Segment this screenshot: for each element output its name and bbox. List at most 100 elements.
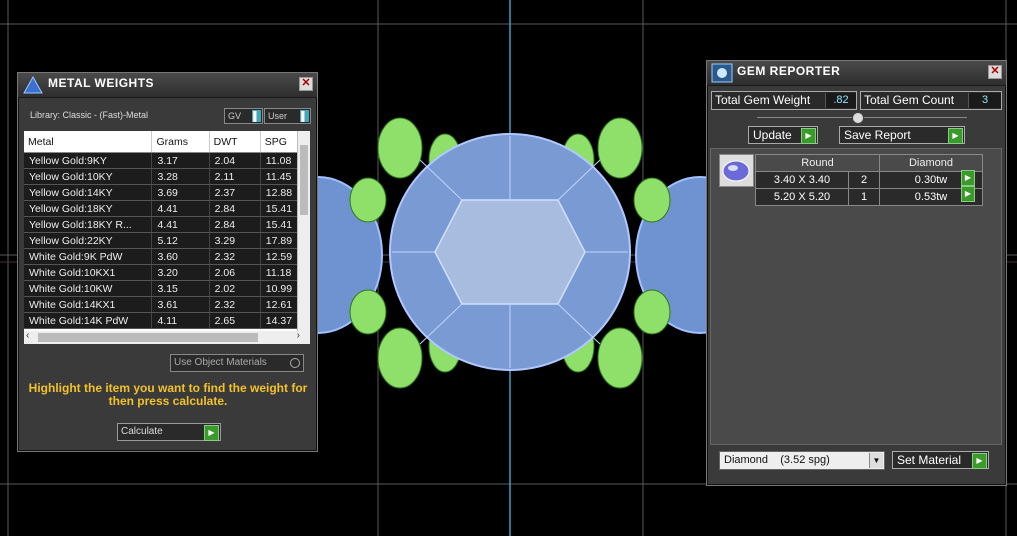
table-cell: 3.60 — [151, 248, 210, 265]
gem-reporter-panel: GEM REPORTER ✕ Total Gem Weight .82 Tota… — [706, 60, 1007, 486]
gem-reporter-title: GEM REPORTER — [737, 64, 841, 78]
table-cell: 2.02 — [209, 280, 261, 297]
user-toggle[interactable]: User ▌ — [264, 108, 311, 124]
metal-table[interactable]: Metal Grams DWT SPG Yellow Gold:9KY 3.17 2… — [24, 131, 310, 331]
scrollbar-thumb[interactable] — [38, 333, 258, 342]
table-cell: 2.32 — [209, 296, 261, 313]
update-button[interactable]: Update ▶ — [748, 126, 818, 144]
update-label: Update — [753, 128, 792, 142]
play-icon: ▶ — [204, 425, 219, 441]
library-label: Library: Classic - (Fast)-Metal — [30, 110, 149, 120]
column-header-metal[interactable]: Metal — [24, 131, 153, 153]
table-cell: 2.32 — [209, 248, 261, 265]
table-row[interactable]: Yellow Gold:18KY R... 4.41 2.84 15.41 — [24, 216, 310, 233]
gem-count: 1 — [848, 188, 880, 206]
table-row[interactable]: White Gold:14K PdW 4.11 2.65 14.37 — [24, 312, 310, 329]
close-icon[interactable]: ✕ — [988, 65, 1002, 79]
use-object-materials-toggle[interactable]: Use Object Materials — [170, 354, 304, 372]
set-material-label: Set Material — [897, 453, 962, 467]
gv-toggle-icon: ▌ — [252, 110, 261, 122]
gem-reporter-titlebar[interactable]: GEM REPORTER ✕ — [707, 61, 1006, 86]
scroll-right-icon[interactable]: › — [297, 330, 300, 341]
table-cell: 3.69 — [151, 184, 210, 201]
total-gem-weight-label: Total Gem Weight — [715, 93, 811, 107]
table-cell: 3.29 — [209, 232, 261, 249]
gv-label: GV — [228, 111, 242, 121]
gem-list-area: Round Diamond 3.40 X 3.40 2 0.30tw 5.20 X 5… — [710, 148, 1002, 445]
gem-material-header: Diamond — [879, 154, 983, 172]
instruction-text: Highlight the item you want to find the … — [28, 381, 308, 408]
save-report-button[interactable]: Save Report ▶ — [839, 126, 965, 144]
user-toggle-icon: ▌ — [300, 110, 309, 122]
total-gem-count-value: 3 — [968, 93, 1001, 108]
gem-reporter-icon — [711, 63, 733, 83]
table-row[interactable]: Yellow Gold:9KY 3.17 2.04 11.08 — [24, 152, 310, 169]
material-select-value: Diamond (3.52 spg) — [724, 454, 830, 466]
table-row[interactable]: Yellow Gold:10KY 3.28 2.11 11.45 — [24, 168, 310, 185]
table-cell: 2.11 — [209, 168, 261, 185]
play-icon: ▶ — [801, 128, 816, 144]
gv-toggle[interactable]: GV ▌ — [224, 108, 263, 124]
material-select[interactable]: Diamond (3.52 spg) ▼ — [719, 451, 885, 470]
gem-shape-header: Round — [755, 154, 880, 172]
table-row[interactable]: Yellow Gold:22KY 5.12 3.29 17.89 — [24, 232, 310, 249]
gem-row[interactable]: 3.40 X 3.40 2 0.30tw — [755, 171, 983, 189]
table-cell: 2.37 — [209, 184, 261, 201]
table-cell: 2.06 — [209, 264, 261, 281]
table-cell: 3.61 — [151, 296, 210, 313]
table-row[interactable]: White Gold:14KX1 3.61 2.32 12.61 — [24, 296, 310, 313]
save-report-label: Save Report — [844, 128, 911, 142]
table-row[interactable]: Yellow Gold:18KY 4.41 2.84 15.41 — [24, 200, 310, 217]
scrollbar-thumb[interactable] — [300, 145, 308, 215]
table-cell: White Gold:14K PdW — [24, 312, 153, 329]
table-cell: 4.41 — [151, 216, 210, 233]
gem-thumbnail[interactable] — [719, 154, 754, 187]
play-icon: ▶ — [948, 128, 963, 144]
total-gem-weight-value: .82 — [825, 93, 856, 108]
total-gem-count: Total Gem Count 3 — [860, 91, 1002, 110]
gem-size: 3.40 X 3.40 — [755, 171, 849, 189]
vertical-scrollbar[interactable] — [297, 131, 310, 331]
table-cell: 2.84 — [209, 200, 261, 217]
column-header-dwt[interactable]: DWT — [209, 131, 261, 153]
horizontal-scrollbar[interactable]: ‹ › — [24, 330, 310, 344]
table-cell: 3.28 — [151, 168, 210, 185]
table-cell: White Gold:10KX1 — [24, 264, 153, 281]
user-label: User — [268, 111, 288, 121]
gem-row-play-icon[interactable]: ▶ — [961, 186, 975, 202]
total-gem-count-label: Total Gem Count — [864, 93, 955, 107]
table-cell: 3.17 — [151, 152, 210, 169]
metal-weights-titlebar[interactable]: METAL WEIGHTS ✕ — [18, 73, 317, 98]
metal-weights-panel: METAL WEIGHTS ✕ Library: Classic - (Fast… — [17, 72, 318, 452]
table-row[interactable]: White Gold:10KX1 3.20 2.06 11.18 — [24, 264, 310, 281]
table-cell: 4.11 — [151, 312, 210, 329]
set-material-button[interactable]: Set Material ▶ — [892, 451, 989, 469]
gem-row-play-icon[interactable]: ▶ — [961, 170, 975, 186]
table-cell: 4.41 — [151, 200, 210, 217]
table-cell: Yellow Gold:9KY — [24, 152, 153, 169]
table-cell: White Gold:14KX1 — [24, 296, 153, 313]
table-cell: White Gold:10KW — [24, 280, 153, 297]
metal-weights-icon — [22, 75, 44, 95]
gem-row[interactable]: 5.20 X 5.20 1 0.53tw — [755, 188, 983, 206]
scroll-left-icon[interactable]: ‹ — [26, 330, 29, 341]
column-header-grams[interactable]: Grams — [151, 131, 210, 153]
table-row[interactable]: White Gold:9K PdW 3.60 2.32 12.59 — [24, 248, 310, 265]
use-object-materials-label: Use Object Materials — [174, 357, 267, 368]
play-icon: ▶ — [972, 453, 987, 469]
table-row[interactable]: White Gold:10KW 3.15 2.02 10.99 — [24, 280, 310, 297]
table-row[interactable]: Yellow Gold:14KY 3.69 2.37 12.88 — [24, 184, 310, 201]
table-cell: 2.04 — [209, 152, 261, 169]
slider-handle[interactable] — [852, 112, 864, 124]
metal-weights-title: METAL WEIGHTS — [48, 76, 155, 90]
gem-count: 2 — [848, 171, 880, 189]
table-cell: Yellow Gold:22KY — [24, 232, 153, 249]
calculate-label: Calculate — [121, 426, 163, 437]
close-icon[interactable]: ✕ — [299, 77, 313, 91]
table-cell: White Gold:9K PdW — [24, 248, 153, 265]
total-gem-weight: Total Gem Weight .82 — [711, 91, 857, 110]
chevron-down-icon: ▼ — [869, 453, 883, 468]
table-cell: Yellow Gold:18KY R... — [24, 216, 153, 233]
table-cell: Yellow Gold:14KY — [24, 184, 153, 201]
calculate-button[interactable]: Calculate ▶ — [117, 423, 221, 441]
